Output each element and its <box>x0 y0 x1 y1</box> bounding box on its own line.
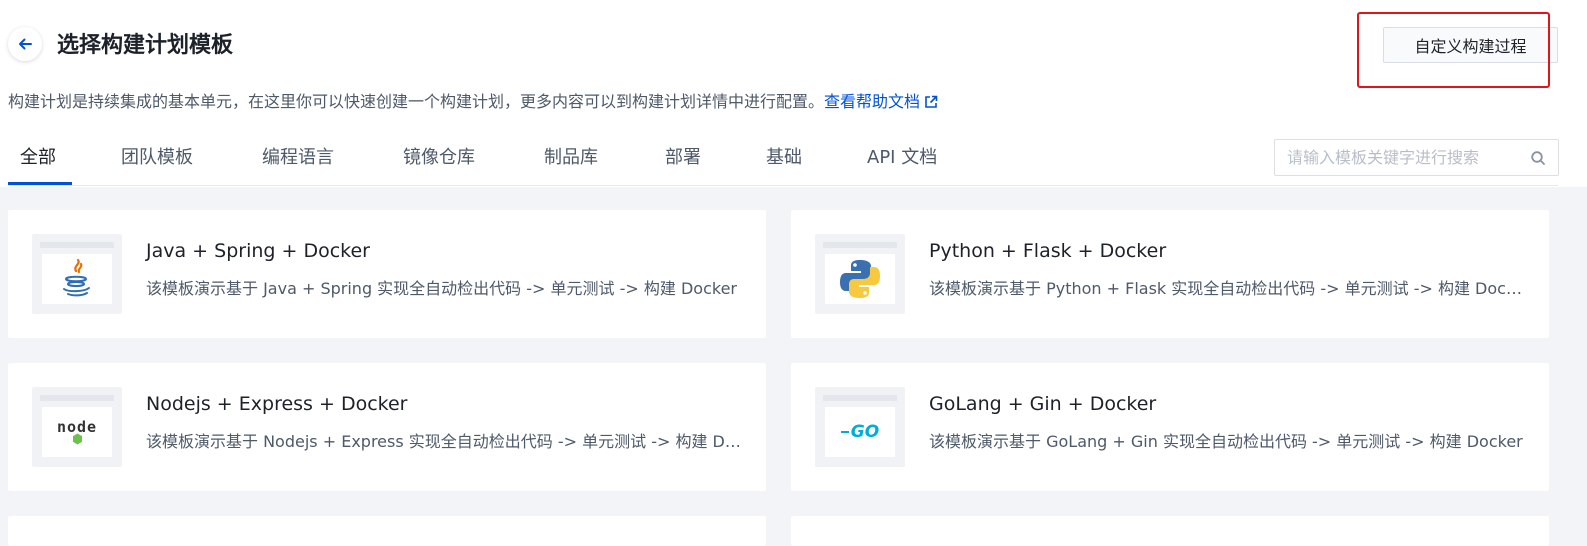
tab-api-docs[interactable]: API 文档 <box>867 144 937 184</box>
template-thumbnail <box>32 234 122 314</box>
java-icon <box>63 258 90 297</box>
template-card-description: 该模板演示基于 GoLang + Gin 实现全自动检出代码 -> 单元测试 -… <box>929 432 1523 451</box>
tab-all[interactable]: 全部 <box>20 144 56 184</box>
hexagon-icon <box>73 433 82 445</box>
template-search-input[interactable] <box>1287 148 1530 167</box>
template-card-partial[interactable] <box>791 516 1549 546</box>
template-card-python[interactable]: Python + Flask + Docker 该模板演示基于 Python +… <box>791 210 1549 338</box>
arrow-left-icon <box>19 38 32 50</box>
template-card-title: Python + Flask + Docker <box>929 240 1167 262</box>
template-card-partial[interactable] <box>8 516 766 546</box>
template-card-title: Nodejs + Express + Docker <box>146 393 408 415</box>
go-speed-lines <box>840 431 849 433</box>
thumbnail-body <box>42 254 112 304</box>
thumbnail-bar <box>823 395 897 401</box>
tab-basic[interactable]: 基础 <box>766 144 802 184</box>
page-title: 选择构建计划模板 <box>57 33 234 58</box>
thumbnail-body: GO <box>825 407 895 457</box>
golang-logo-text: GO <box>850 422 880 442</box>
template-search-box <box>1274 139 1559 176</box>
template-card-title: Java + Spring + Docker <box>146 240 370 262</box>
search-icon[interactable] <box>1530 150 1546 166</box>
template-card-description: 该模板演示基于 Python + Flask 实现全自动检出代码 -> 单元测试… <box>929 279 1525 298</box>
template-card-golang[interactable]: GO GoLang + Gin + Docker 该模板演示基于 GoLang … <box>791 363 1549 491</box>
python-icon <box>840 260 880 298</box>
tab-team-templates[interactable]: 团队模板 <box>121 144 193 184</box>
template-card-nodejs[interactable]: node Nodejs + Express + Docker 该模板演示基于 N… <box>8 363 766 491</box>
template-thumbnail: node <box>32 387 122 467</box>
thumbnail-bar <box>40 395 114 401</box>
template-list: Java + Spring + Docker 该模板演示基于 Java + Sp… <box>0 187 1587 546</box>
back-button[interactable] <box>8 27 42 61</box>
golang-icon: GO <box>840 422 880 442</box>
external-link-icon <box>925 95 938 108</box>
template-card-java[interactable]: Java + Spring + Docker 该模板演示基于 Java + Sp… <box>8 210 766 338</box>
thumbnail-body <box>825 254 895 304</box>
description-text: 构建计划是持续集成的基本单元，在这里你可以快速创建一个构建计划，更多内容可以到构… <box>8 92 825 111</box>
template-thumbnail: GO <box>815 387 905 467</box>
thumbnail-bar <box>823 242 897 248</box>
template-card-title: GoLang + Gin + Docker <box>929 393 1157 415</box>
nodejs-icon: node <box>53 417 101 447</box>
help-doc-link[interactable]: 查看帮助文档 <box>824 92 938 111</box>
tab-programming-languages[interactable]: 编程语言 <box>262 144 334 184</box>
page-description: 构建计划是持续集成的基本单元，在这里你可以快速创建一个构建计划，更多内容可以到构… <box>8 90 938 114</box>
help-doc-link-label: 查看帮助文档 <box>824 92 921 111</box>
thumbnail-body: node <box>42 407 112 457</box>
template-card-description: 该模板演示基于 Java + Spring 实现全自动检出代码 -> 单元测试 … <box>146 279 737 298</box>
page: 选择构建计划模板 自定义构建过程 构建计划是持续集成的基本单元，在这里你可以快速… <box>0 0 1587 546</box>
tab-deploy[interactable]: 部署 <box>665 144 701 184</box>
custom-build-button[interactable]: 自定义构建过程 <box>1383 27 1558 63</box>
active-tab-indicator <box>8 182 72 185</box>
tab-image-registry[interactable]: 镜像仓库 <box>403 144 475 184</box>
template-card-description: 该模板演示基于 Nodejs + Express 实现全自动检出代码 -> 单元… <box>146 432 742 451</box>
thumbnail-bar <box>40 242 114 248</box>
template-thumbnail <box>815 234 905 314</box>
tab-artifact-repository[interactable]: 制品库 <box>544 144 598 184</box>
